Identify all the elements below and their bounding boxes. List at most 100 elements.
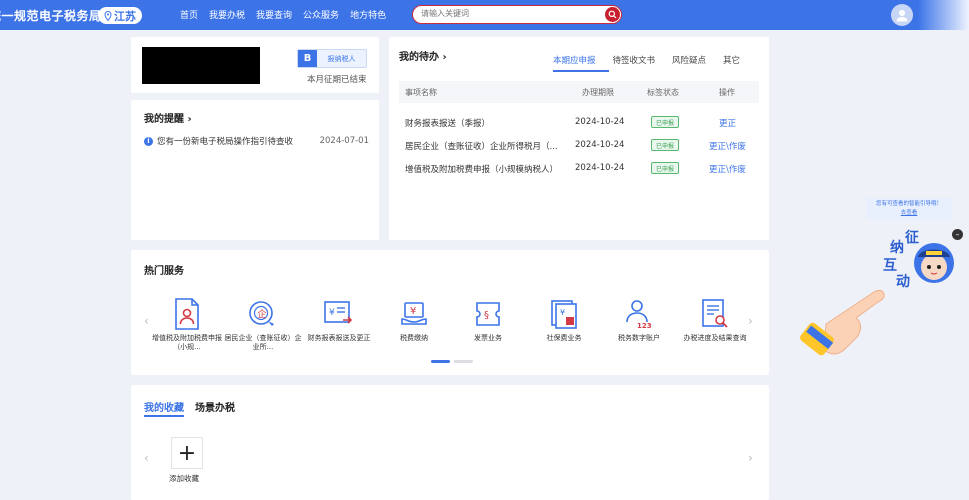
carousel-dot-active[interactable]: [431, 360, 450, 363]
tab-pending-documents[interactable]: 待签收文书: [613, 54, 656, 66]
action-link[interactable]: 更正: [719, 117, 736, 129]
carousel-pagination: [431, 360, 473, 363]
active-tab-indicator: [144, 415, 184, 417]
tab-my-favorites[interactable]: 我的收藏: [144, 399, 184, 414]
tax-period-status: 本月征期已结束: [307, 75, 367, 85]
enterprise-seal-icon: 企: [247, 298, 279, 330]
redacted-company-name: [142, 47, 260, 84]
tax-payment-icon: ¥: [398, 298, 430, 330]
service-financial-report[interactable]: ¥ 财务报表报送及更正: [300, 298, 378, 343]
taxpayer-credit-badge: B: [298, 50, 317, 67]
add-favorite-label: 添加收藏: [169, 474, 199, 483]
pointing-hand-icon: [798, 280, 894, 364]
svg-text:¥: ¥: [410, 306, 416, 317]
nav-local-features[interactable]: 地方特色: [350, 8, 386, 21]
assistant-close-button[interactable]: –: [952, 229, 963, 240]
svg-text:企: 企: [258, 308, 267, 320]
progress-query-icon: [699, 298, 731, 330]
search-button[interactable]: [605, 7, 620, 22]
service-label: 财务报表报送及更正: [307, 334, 371, 342]
close-icon: –: [955, 230, 960, 239]
document-person-icon: [171, 298, 203, 330]
svg-text:¥: ¥: [560, 308, 565, 317]
hot-services-card: 热门服务 ‹ › 增值税及附加税费申报（小规... 企 居民企业（查账征收）企业…: [131, 250, 769, 375]
social-security-icon: ¥: [548, 298, 580, 330]
tab-scenario-tax[interactable]: 场景办税: [195, 399, 235, 414]
top-bar: 统一规范电子税务局 江苏 首页 我要办税 我要查询 公众服务 地方特色: [0, 0, 969, 30]
assistant-tip-link[interactable]: 去查看: [866, 209, 952, 218]
service-progress-query[interactable]: 办税进度及结果查询: [676, 298, 754, 343]
search-box: [412, 5, 622, 24]
reminder-date: 2024-07-01: [319, 136, 369, 146]
site-title[interactable]: 统一规范电子税务局: [0, 7, 102, 24]
digital-account-icon: 123: [623, 298, 655, 330]
col-status: 标签状态: [647, 88, 679, 97]
add-favorite-button[interactable]: +: [171, 437, 203, 469]
tab-others[interactable]: 其它: [723, 54, 740, 66]
service-label: 发票业务: [474, 334, 502, 342]
nav-do-tax[interactable]: 我要办税: [209, 8, 245, 21]
service-enterprise-income-tax[interactable]: 企 居民企业（查账征收）企业所...: [224, 298, 302, 352]
svg-text:123: 123: [637, 322, 652, 330]
service-vat-declaration[interactable]: 增值税及附加税费申报（小规...: [148, 298, 226, 352]
reminder-item[interactable]: i 您有一份新电子税局操作指引待查收 2024-07-01: [144, 135, 369, 147]
table-row: 财务报表报送（季报） 2024-10-24 已申报 更正: [399, 111, 759, 134]
profile-card: B 报纳税人 本月征期已结束: [131, 37, 379, 93]
user-avatar[interactable]: [891, 4, 913, 26]
service-label: 税费缴纳: [400, 334, 428, 342]
todo-card: 我的待办 › 本期应申报 待签收文书 风险疑点 其它 事项名称 办理期限 标签状…: [389, 37, 769, 240]
assistant-tip[interactable]: 您有可查看的智能引导哦！ 去查看: [866, 198, 952, 220]
chevron-right-icon: ›: [184, 114, 192, 125]
todo-tabs: 本期应申报 待签收文书 风险疑点 其它: [553, 54, 740, 66]
status-badge: 已申报: [651, 139, 680, 151]
carousel-dot[interactable]: [454, 360, 473, 363]
chevron-right-icon: ›: [439, 52, 447, 63]
table-row: 增值税及附加税费申报（小规模纳税人） 2024-10-24 已申报 更正\作废: [399, 157, 759, 180]
svg-text:§: §: [484, 310, 489, 321]
action-link[interactable]: 更正\作废: [709, 140, 746, 152]
search-input[interactable]: [421, 9, 601, 18]
todo-table-header: 事项名称 办理期限 标签状态 操作: [399, 81, 759, 103]
todo-title[interactable]: 我的待办 ›: [399, 48, 447, 63]
todo-item-name: 财务报表报送（季报）: [405, 119, 491, 129]
report-send-icon: ¥: [323, 298, 355, 330]
todo-deadline: 2024-10-24: [575, 117, 625, 127]
taxpayer-type-label: 报纳税人: [327, 54, 356, 63]
assistant-char: 动: [896, 274, 910, 290]
assistant-tip-text: 您有可查看的智能引导哦！: [875, 201, 942, 207]
info-icon: i: [144, 136, 153, 146]
service-label: 办税进度及结果查询: [683, 334, 747, 342]
assistant-char: 互: [883, 258, 897, 274]
status-badge: 已申报: [651, 116, 680, 128]
reminders-card: 我的提醒 › i 您有一份新电子税局操作指引待查收 2024-07-01: [131, 100, 379, 240]
col-action: 操作: [719, 88, 735, 97]
service-social-security[interactable]: ¥ 社保费业务: [525, 298, 603, 343]
status-badge: 已申报: [651, 162, 680, 174]
service-digital-account[interactable]: 123 税务数字账户: [600, 298, 678, 343]
region-selector[interactable]: 江苏: [98, 7, 142, 24]
location-pin-icon: [104, 10, 112, 21]
plus-icon: +: [177, 440, 197, 466]
todo-item-name: 居民企业（查账征收）企业所得税月（...: [405, 142, 558, 152]
action-link[interactable]: 更正\作废: [709, 163, 746, 175]
nav-home[interactable]: 首页: [180, 8, 198, 21]
nav-query[interactable]: 我要查询: [256, 8, 292, 21]
main-nav: 首页 我要办税 我要查询 公众服务 地方特色: [180, 8, 397, 21]
assistant-char: 纳: [890, 240, 904, 256]
reminders-title[interactable]: 我的提醒 ›: [144, 110, 192, 125]
todo-deadline: 2024-10-24: [575, 163, 625, 173]
service-label: 居民企业（查账征收）企业所...: [224, 334, 302, 351]
nav-public-service[interactable]: 公众服务: [303, 8, 339, 21]
taxpayer-type-tag[interactable]: B 报纳税人: [297, 49, 367, 68]
service-invoice[interactable]: § 发票业务: [449, 298, 527, 343]
hot-services-title: 热门服务: [144, 266, 184, 277]
svg-text:¥: ¥: [329, 308, 335, 318]
service-label: 社保费业务: [546, 334, 582, 342]
tab-current-declaration[interactable]: 本期应申报: [553, 54, 596, 66]
invoice-icon: §: [472, 298, 504, 330]
tab-risk-doubts[interactable]: 风险疑点: [672, 54, 706, 66]
service-tax-payment[interactable]: ¥ 税费缴纳: [375, 298, 453, 343]
service-label: 增值税及附加税费申报（小规...: [152, 334, 222, 351]
chevron-right-icon[interactable]: ›: [748, 451, 753, 465]
chevron-left-icon[interactable]: ‹: [144, 451, 149, 465]
